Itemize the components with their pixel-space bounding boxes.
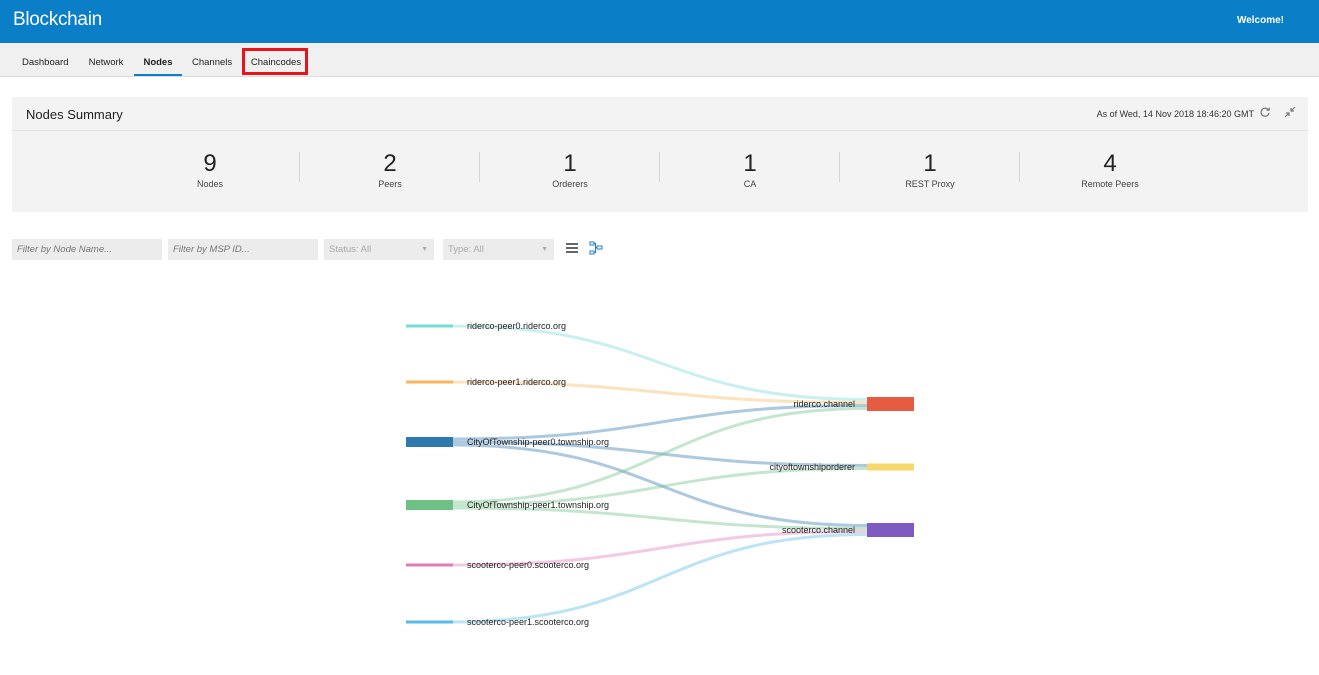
graph-channel-bar[interactable] bbox=[867, 397, 914, 411]
top-bar: Blockchain Welcome! bbox=[0, 0, 1319, 43]
stat-label: CA bbox=[743, 179, 757, 189]
refresh-icon[interactable] bbox=[1259, 106, 1271, 118]
tab-nodes[interactable]: Nodes bbox=[134, 43, 182, 76]
chevron-down-icon: ▼ bbox=[421, 246, 428, 253]
stat-label: Orderers bbox=[552, 179, 588, 189]
stat-peers: 2 Peers bbox=[300, 150, 480, 190]
stat-remote-peers: 4 Remote Peers bbox=[1020, 150, 1200, 190]
status-select[interactable]: Status: All ▼ bbox=[324, 239, 434, 260]
nav-tabs: Dashboard Network Nodes Channels Chainco… bbox=[0, 43, 1319, 77]
status-select-value: Status: All bbox=[329, 244, 372, 255]
stat-ca: 1 CA bbox=[660, 150, 840, 190]
nodes-channels-graph: riderco-peer0.riderco.org riderco-peer1.r… bbox=[406, 321, 914, 627]
graph-channel-label: scooterco.channel bbox=[782, 525, 855, 535]
stat-nodes: 9 Nodes bbox=[120, 150, 300, 190]
stat-rest-proxy: 1 REST Proxy bbox=[840, 150, 1020, 190]
graph-node-label: CityOfTownship-peer1.township.org bbox=[467, 500, 609, 510]
node-name-filter-input[interactable] bbox=[12, 239, 162, 260]
graph-node-label: riderco-peer0.riderco.org bbox=[467, 321, 566, 331]
stat-value: 1 bbox=[923, 150, 937, 177]
collapse-icon[interactable] bbox=[1284, 106, 1296, 118]
list-view-icon[interactable] bbox=[566, 241, 578, 260]
stat-value: 4 bbox=[1103, 150, 1117, 177]
stat-value: 2 bbox=[383, 150, 397, 177]
graph-view-icon[interactable] bbox=[589, 241, 603, 260]
graph-node-bar[interactable] bbox=[406, 563, 453, 567]
graph-node-bar[interactable] bbox=[406, 380, 453, 384]
tab-network[interactable]: Network bbox=[88, 43, 124, 76]
stat-orderers: 1 Orderers bbox=[480, 150, 660, 190]
chevron-down-icon: ▼ bbox=[541, 246, 548, 253]
graph-node-bar[interactable] bbox=[406, 500, 453, 510]
graph-node-bar[interactable] bbox=[406, 324, 453, 328]
graph-node-label: riderco-peer1.riderco.org bbox=[467, 377, 566, 387]
graph-node-label: scooterco-peer0.scooterco.org bbox=[467, 560, 589, 570]
stat-label: Nodes bbox=[196, 179, 223, 189]
msp-id-filter-input[interactable] bbox=[168, 239, 318, 260]
graph-channel-bar[interactable] bbox=[867, 523, 914, 537]
summary-title: Nodes Summary bbox=[26, 107, 123, 122]
welcome-text[interactable]: Welcome! bbox=[1237, 15, 1284, 26]
type-select-value: Type: All bbox=[448, 244, 484, 255]
graph-channel-label: riderco.channel bbox=[793, 399, 855, 409]
tab-dashboard[interactable]: Dashboard bbox=[22, 43, 68, 76]
tab-chaincodes[interactable]: Chaincodes bbox=[250, 43, 302, 76]
graph-channel-bar[interactable] bbox=[867, 463, 914, 471]
stat-label: Remote Peers bbox=[1081, 179, 1139, 189]
tab-channels[interactable]: Channels bbox=[192, 43, 232, 76]
stat-label: REST Proxy bbox=[905, 179, 955, 189]
graph-node-bar[interactable] bbox=[406, 437, 453, 447]
summary-timestamp: As of Wed, 14 Nov 2018 18:46:20 GMT bbox=[1096, 109, 1254, 119]
graph-channel-label: cityoftownshiporderer bbox=[769, 462, 855, 472]
nodes-summary-panel: Nodes Summary As of Wed, 14 Nov 2018 18:… bbox=[12, 97, 1308, 212]
stat-label: Peers bbox=[378, 179, 402, 189]
graph-node-bar[interactable] bbox=[406, 620, 453, 624]
stat-value: 1 bbox=[563, 150, 577, 177]
summary-header: Nodes Summary As of Wed, 14 Nov 2018 18:… bbox=[12, 97, 1308, 131]
graph-link bbox=[452, 324, 868, 401]
graph-node-label: scooterco-peer1.scooterco.org bbox=[467, 617, 589, 627]
type-select[interactable]: Type: All ▼ bbox=[443, 239, 554, 260]
graph-node-label: CityOfTownship-peer0.township.org bbox=[467, 437, 609, 447]
stat-value: 1 bbox=[743, 150, 757, 177]
app-title: Blockchain bbox=[13, 9, 102, 30]
stat-value: 9 bbox=[203, 150, 217, 177]
